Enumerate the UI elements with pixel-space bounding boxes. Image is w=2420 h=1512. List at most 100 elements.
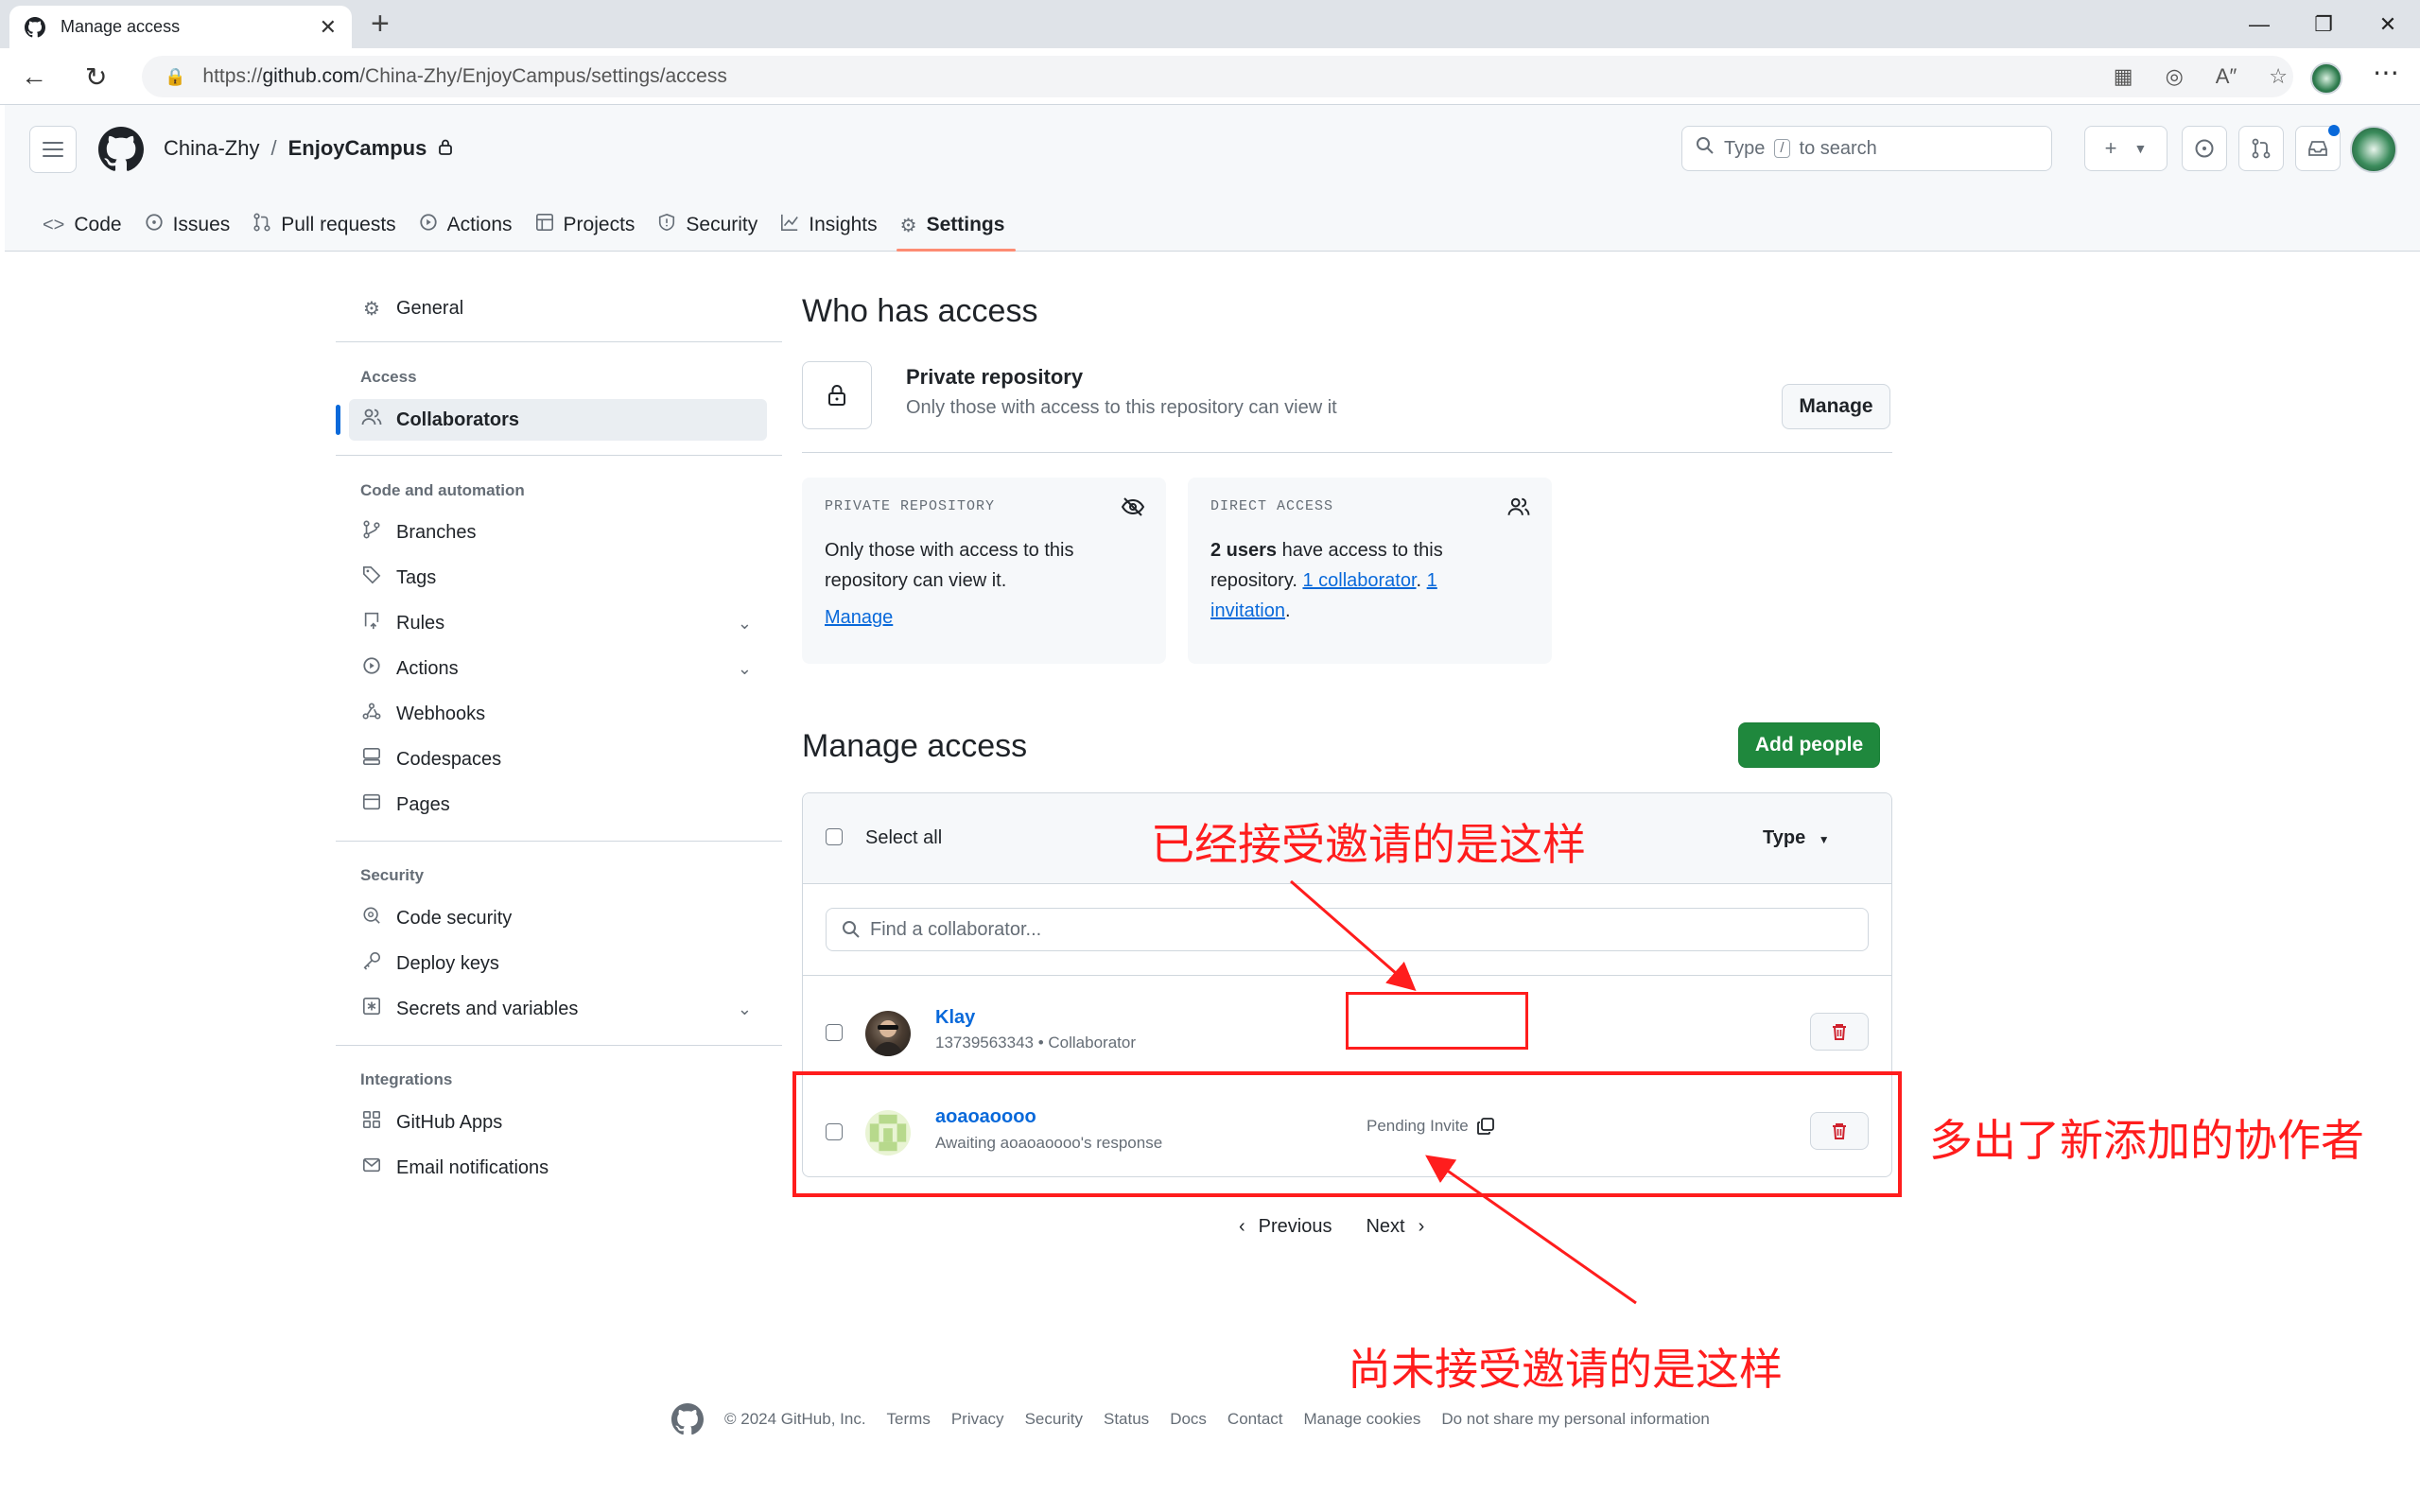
chevron-down-icon[interactable]: ⌄ [738,999,752,1019]
browser-tab[interactable]: Manage access ✕ [9,6,352,48]
issues-button[interactable] [2182,126,2227,171]
address-bar[interactable]: 🔒 https://github.com/China-Zhy/EnjoyCamp… [142,56,2293,97]
window-controls: — ❐ ✕ [2227,0,2420,48]
private-card-line2: repository can view it. [825,570,1007,591]
hamburger-menu-button[interactable] [29,126,77,173]
sidebar-item-code-security[interactable]: Code security [349,897,767,939]
github-logo-icon[interactable] [671,1403,704,1435]
footer-link-status[interactable]: Status [1104,1410,1149,1429]
tab-settings[interactable]: ⚙ Settings [893,200,1020,252]
direct-access-card: DIRECT ACCESS 2 users have access to thi… [1188,478,1552,664]
sidebar-item-rules[interactable]: Rules ⌄ [349,602,767,644]
sidebar-item-pages[interactable]: Pages [349,784,767,826]
footer-link-do-not-share[interactable]: Do not share my personal information [1441,1410,1709,1429]
refresh-page-icon[interactable]: ◎ [2166,64,2184,89]
sidebar-item-webhooks[interactable]: Webhooks [349,693,767,735]
search-shortcut-key: / [1774,139,1790,158]
direct-dot: . [1416,570,1427,591]
find-collaborator-input[interactable]: Find a collaborator... [826,908,1869,951]
browser-more-icon[interactable]: ⋯ [2373,57,2399,88]
browser-profile-avatar[interactable] [2310,62,2342,95]
sidebar-item-secrets[interactable]: Secrets and variables ⌄ [349,988,767,1030]
tab-insights[interactable]: Insights [773,200,892,251]
back-arrow-icon[interactable]: ← [21,61,47,92]
app-available-icon[interactable]: ▦ [2114,64,2133,89]
avatar[interactable] [865,1011,911,1056]
direct-text-2: repository. [1210,570,1303,591]
tab-security[interactable]: Security [650,200,773,251]
direct-card-caption: DIRECT ACCESS [1210,498,1334,514]
tab-code[interactable]: <> Code [35,200,137,251]
close-tab-icon[interactable]: ✕ [320,15,337,40]
private-card-manage-link[interactable]: Manage [825,607,893,628]
minimize-icon[interactable]: — [2227,0,2291,48]
type-filter-dropdown[interactable]: Type ▼ [1763,827,1830,849]
direct-user-count: 2 users [1210,540,1278,561]
sidebar-item-general[interactable]: ⚙ General [349,287,767,329]
collaborator-subtitle: 13739563343 • Collaborator [935,1034,1137,1051]
footer-link-docs[interactable]: Docs [1170,1410,1207,1429]
restore-icon[interactable]: ❐ [2291,0,2356,48]
global-search-input[interactable]: Type / to search [1681,126,2052,171]
invitation-link[interactable]: invitation [1210,600,1285,621]
footer-link-privacy[interactable]: Privacy [951,1410,1004,1429]
tab-projects[interactable]: Projects [528,200,651,251]
new-tab-icon[interactable]: + [371,8,390,40]
sidebar-item-branches[interactable]: Branches [349,512,767,553]
previous-page-button[interactable]: ‹ Previous [1239,1216,1332,1238]
browser-tab-strip: Manage access ✕ + — ❐ ✕ [0,0,2420,48]
private-lock-icon [438,136,453,161]
collaborator-name[interactable]: Klay [935,1007,975,1029]
sidebar-item-github-apps[interactable]: GitHub Apps [349,1102,767,1143]
row-checkbox[interactable] [826,1024,843,1041]
manage-visibility-button[interactable]: Manage [1782,384,1890,429]
sidebar-item-label: Branches [396,521,477,543]
private-repo-desc: Only those with access to this repositor… [906,397,1337,418]
hamburger-icon [43,142,63,157]
tab-pull-requests[interactable]: Pull requests [245,200,410,251]
footer-link-manage-cookies[interactable]: Manage cookies [1304,1410,1421,1429]
collaborator-count-link[interactable]: 1 collaborator [1302,570,1416,591]
remove-collaborator-button[interactable] [1810,1013,1869,1051]
sidebar-item-codespaces[interactable]: Codespaces [349,739,767,780]
create-new-button[interactable]: + ▼ [2084,126,2168,171]
footer-link-security[interactable]: Security [1025,1410,1083,1429]
reload-icon[interactable]: ↻ [85,61,107,93]
sidebar-item-email-notifications[interactable]: Email notifications [349,1147,767,1189]
sidebar-item-collaborators[interactable]: Collaborators [336,399,767,441]
sidebar-item-tags[interactable]: Tags [349,557,767,599]
read-aloud-icon[interactable]: A″ [2216,64,2237,89]
invitation-count-link[interactable]: 1 [1427,570,1437,591]
sidebar-item-deploy-keys[interactable]: Deploy keys [349,943,767,984]
close-window-icon[interactable]: ✕ [2356,0,2420,48]
sidebar-item-actions[interactable]: Actions ⌄ [349,648,767,689]
footer-link-contact[interactable]: Contact [1227,1410,1283,1429]
sidebar-item-label: Code security [396,907,513,929]
pull-requests-button[interactable] [2238,126,2284,171]
select-all-checkbox[interactable] [826,828,843,845]
plus-icon: + [2104,136,2117,160]
footer-link-terms[interactable]: Terms [887,1410,931,1429]
breadcrumb-repo[interactable]: EnjoyCampus [288,136,427,161]
favorite-star-icon[interactable]: ☆ [2269,64,2288,89]
url-host: github.com [262,65,360,87]
chevron-down-icon[interactable]: ⌄ [738,614,752,634]
github-header: China-Zhy / EnjoyCampus Type / to search… [5,105,2420,252]
sidebar-item-label: Webhooks [396,703,486,724]
annotation-highlight-box [1346,992,1528,1050]
tab-actions[interactable]: Actions [411,200,528,251]
chevron-down-icon[interactable]: ⌄ [738,659,752,679]
sidebar-heading-security: Security [360,866,425,884]
breadcrumb-owner[interactable]: China-Zhy [164,136,259,161]
triangle-down-icon: ▼ [1818,833,1830,846]
next-page-button[interactable]: Next › [1366,1216,1424,1238]
add-people-button[interactable]: Add people [1738,722,1880,768]
site-lock-icon[interactable]: 🔒 [165,67,185,87]
triangle-down-icon: ▼ [2133,141,2148,156]
github-logo-icon[interactable] [98,127,144,172]
mail-icon [360,1156,383,1180]
chevron-right-icon: › [1418,1216,1425,1237]
user-avatar[interactable] [2350,126,2397,173]
tab-issues[interactable]: Issues [137,200,246,251]
sidebar-item-label: Codespaces [396,748,502,770]
